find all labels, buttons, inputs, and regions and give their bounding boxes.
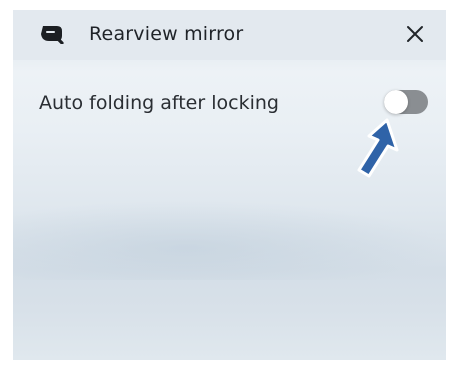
close-button[interactable] [403, 22, 427, 46]
arrow-pointer-icon [349, 116, 401, 182]
auto-folding-toggle[interactable] [384, 90, 428, 114]
toggle-knob[interactable] [384, 90, 408, 114]
rearview-mirror-panel: Rearview mirror Auto folding after locki… [13, 10, 446, 360]
close-icon[interactable] [403, 22, 427, 46]
page-title: Rearview mirror [89, 23, 244, 45]
auto-folding-label: Auto folding after locking [39, 92, 279, 114]
mirror-icon [39, 24, 65, 45]
panel-header: Rearview mirror [13, 10, 446, 60]
setting-row-auto-folding: Auto folding after locking [13, 82, 446, 118]
